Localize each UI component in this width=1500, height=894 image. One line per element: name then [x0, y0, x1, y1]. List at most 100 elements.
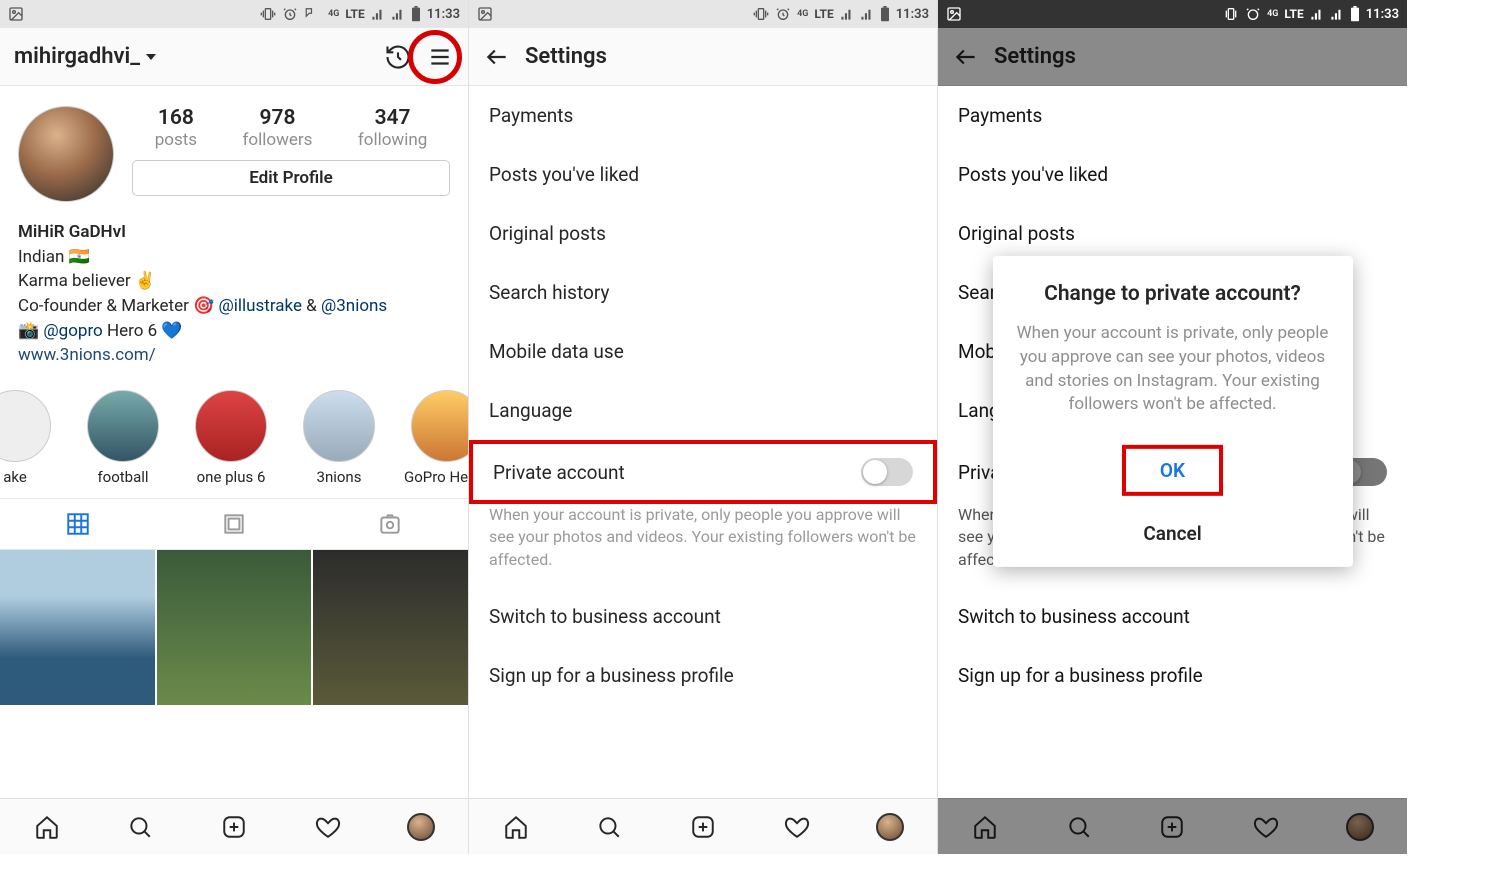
clock: 11:33	[1366, 7, 1399, 22]
private-account-toggle[interactable]	[861, 458, 913, 486]
bio-line2: Karma believer ✌️	[18, 269, 450, 294]
screen-profile: 4G LTE 11:33 mihirgadhvi_ 168 posts	[0, 0, 469, 854]
post-thumb[interactable]	[0, 550, 155, 705]
battery-icon	[880, 6, 890, 22]
nav-profile-icon[interactable]	[407, 813, 435, 841]
highlight-item[interactable]: football	[80, 390, 166, 486]
image-icon	[477, 6, 493, 22]
nav-home-icon[interactable]	[33, 813, 61, 841]
private-account-description: When your account is private, only peopl…	[469, 504, 937, 587]
mention-illustrake[interactable]: @illustrake	[218, 296, 302, 316]
mention-gopro[interactable]: @gopro	[43, 321, 102, 341]
4g-label: 4G	[1267, 9, 1278, 19]
username-text: mihirgadhvi_	[14, 44, 140, 69]
tab-tagged[interactable]	[312, 499, 468, 549]
signal-icon	[840, 7, 854, 21]
tab-grid[interactable]	[0, 499, 156, 549]
settings-item-private-account[interactable]: Private account	[469, 440, 937, 504]
settings-item-language[interactable]: Language	[469, 381, 937, 440]
status-bar: 4G LTE 11:33	[938, 0, 1407, 28]
stat-following[interactable]: 347 following	[358, 106, 427, 150]
settings-item-search-history[interactable]: Search history	[469, 263, 937, 322]
chevron-down-icon	[146, 54, 156, 60]
vibrate-icon	[1223, 6, 1239, 22]
image-icon	[8, 6, 24, 22]
stat-followers[interactable]: 978 followers	[243, 106, 313, 150]
clock: 11:33	[427, 7, 460, 22]
nav-heart-icon[interactable]	[783, 813, 811, 841]
back-arrow-icon[interactable]	[483, 43, 511, 71]
vibrate-icon	[753, 6, 769, 22]
settings-item-original-posts[interactable]: Original posts	[469, 204, 937, 263]
username-dropdown[interactable]: mihirgadhvi_	[14, 44, 156, 69]
settings-item-posts-liked[interactable]: Posts you've liked	[469, 145, 937, 204]
signal-icon	[371, 7, 385, 21]
image-icon	[946, 6, 962, 22]
edit-profile-button[interactable]: Edit Profile	[132, 160, 450, 196]
nav-add-icon[interactable]	[220, 813, 248, 841]
private-account-dialog: Change to private account? When your acc…	[993, 256, 1353, 567]
bio-block: MiHiR GaDHvI Indian 🇮🇳 Karma believer ✌️…	[0, 212, 468, 382]
archive-icon[interactable]	[384, 43, 412, 71]
clock: 11:33	[896, 7, 929, 22]
settings-header: Settings	[469, 28, 937, 86]
nav-search-icon[interactable]	[126, 813, 154, 841]
settings-list[interactable]: Payments Posts you've liked Original pos…	[469, 86, 937, 798]
dialog-ok-button[interactable]: OK	[1160, 443, 1185, 498]
nav-home-icon[interactable]	[502, 813, 530, 841]
highlight-item[interactable]: 3nions	[296, 390, 382, 486]
bio-line1: Indian 🇮🇳	[18, 245, 450, 270]
avatar[interactable]	[18, 106, 114, 202]
nav-heart-icon[interactable]	[314, 813, 342, 841]
settings-item-switch-business[interactable]: Switch to business account	[469, 587, 937, 646]
screen-settings: 4G LTE 11:33 Settings Payments Posts you…	[469, 0, 938, 854]
dialog-title: Change to private account?	[1015, 282, 1331, 306]
settings-item-mobile-data[interactable]: Mobile data use	[469, 322, 937, 381]
signal-icon-2	[860, 7, 874, 21]
nav-add-icon[interactable]	[689, 813, 717, 841]
volte-icon	[304, 7, 322, 21]
nav-search-icon[interactable]	[595, 813, 623, 841]
hamburger-menu-icon[interactable]	[426, 43, 454, 71]
nav-profile-icon[interactable]	[876, 813, 904, 841]
bottom-nav	[0, 798, 468, 854]
lte-label: LTE	[1284, 7, 1303, 21]
vibrate-icon	[260, 6, 276, 22]
profile-header: mihirgadhvi_	[0, 28, 468, 86]
bio-name: MiHiR GaDHvI	[18, 220, 450, 245]
signal-icon-2	[391, 7, 405, 21]
battery-icon	[411, 6, 421, 22]
status-bar: 4G LTE 11:33	[0, 0, 468, 28]
profile-tabs	[0, 498, 468, 550]
stat-posts[interactable]: 168 posts	[155, 106, 197, 150]
alarm-icon	[1245, 6, 1261, 22]
highlight-item[interactable]: one plus 6	[188, 390, 274, 486]
4g-label: 4G	[328, 10, 339, 19]
mention-3nions[interactable]: @3nions	[321, 296, 387, 316]
status-bar: 4G LTE 11:33	[469, 0, 937, 28]
profile-top: 168 posts 978 followers 347 following Ed…	[0, 86, 468, 212]
battery-icon	[1350, 6, 1360, 22]
lte-label: LTE	[814, 7, 833, 21]
bottom-nav	[469, 798, 937, 854]
dialog-cancel-button[interactable]: Cancel	[1015, 506, 1331, 567]
signal-icon-2	[1330, 7, 1344, 21]
highlight-item[interactable]: GoPro Hero 6	[404, 390, 468, 486]
screen-dialog: 4G LTE 11:33 Settings Payments Posts you…	[938, 0, 1407, 854]
posts-grid	[0, 550, 468, 705]
bio-website[interactable]: www.3nions.com/	[18, 345, 156, 365]
highlights-tray[interactable]: ake football one plus 6 3nions GoPro Her…	[0, 382, 468, 498]
tab-feed[interactable]	[156, 499, 312, 549]
settings-title: Settings	[525, 44, 607, 69]
post-thumb[interactable]	[157, 550, 312, 705]
settings-item-signup-business[interactable]: Sign up for a business profile	[469, 646, 937, 705]
alarm-icon	[282, 6, 298, 22]
4g-label: 4G	[797, 9, 808, 19]
signal-icon	[1310, 7, 1324, 21]
settings-item-payments[interactable]: Payments	[469, 86, 937, 145]
annotation-box: OK	[1122, 445, 1223, 496]
post-thumb[interactable]	[313, 550, 468, 705]
lte-label: LTE	[345, 7, 364, 21]
alarm-icon	[775, 6, 791, 22]
highlight-item[interactable]: ake	[0, 390, 58, 486]
